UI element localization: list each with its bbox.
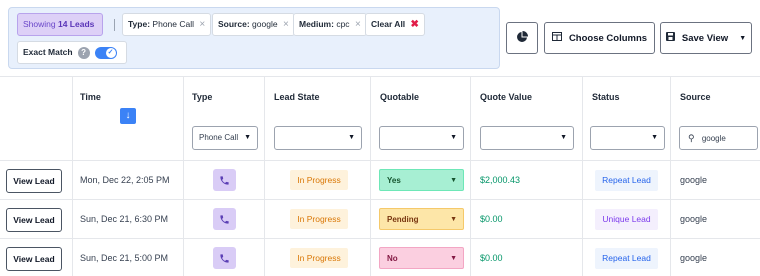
chevron-down-icon: ▼: [244, 134, 251, 141]
quotable-value: No: [387, 254, 398, 263]
quote-value: $0.00: [480, 253, 503, 263]
chevron-down-icon: ▼: [450, 134, 457, 141]
sort-descending-icon[interactable]: ↓: [120, 108, 136, 124]
choose-columns-label: Choose Columns: [568, 32, 648, 44]
chip-value: google: [252, 19, 278, 29]
status-badge: Unique Lead: [595, 209, 658, 230]
chevron-down-icon: ▼: [651, 134, 658, 141]
pie-chart-icon: [516, 30, 528, 46]
filter-chip-type[interactable]: Type: Phone Call ×: [122, 13, 212, 36]
search-icon: ⚲: [688, 133, 695, 143]
status-filter-select[interactable]: ▼: [590, 126, 665, 150]
filter-separator: [114, 19, 115, 31]
view-lead-button[interactable]: View Lead: [6, 169, 62, 193]
exact-match-toggle[interactable]: ✓: [94, 46, 117, 59]
lead-state-filter-select[interactable]: ▼: [274, 126, 362, 150]
quotable-select[interactable]: Yes ▼: [379, 169, 464, 191]
column-header-source[interactable]: Source: [680, 92, 711, 102]
quotable-value: Pending: [387, 215, 419, 224]
lead-state-badge: In Progress: [290, 170, 348, 190]
exact-match-label: Exact Match: [23, 47, 73, 57]
chevron-down-icon: ▼: [739, 34, 747, 42]
filter-chip-source[interactable]: Source: google ×: [212, 13, 295, 36]
type-filter-value: Phone Call: [199, 133, 239, 142]
lead-source: google: [680, 175, 708, 185]
remove-icon[interactable]: ×: [283, 19, 289, 30]
column-header-quotable[interactable]: Quotable: [380, 92, 419, 102]
lead-state-badge: In Progress: [290, 209, 348, 229]
showing-prefix: Showing: [23, 19, 56, 29]
lead-state-badge: In Progress: [290, 248, 348, 268]
type-filter-select[interactable]: Phone Call ▼: [192, 126, 258, 150]
chevron-down-icon: ▼: [450, 255, 457, 262]
check-icon: ✓: [105, 47, 116, 58]
exact-match-control: Exact Match ? ✓: [17, 41, 127, 64]
phone-icon: [213, 169, 236, 191]
view-lead-button[interactable]: View Lead: [6, 247, 62, 271]
chevron-down-icon: ▼: [450, 177, 457, 184]
filter-chip-medium[interactable]: Medium: cpc ×: [293, 13, 367, 36]
quotable-select[interactable]: Pending ▼: [379, 208, 464, 230]
lead-source: google: [680, 253, 708, 263]
columns-icon: [551, 32, 562, 44]
chip-value: cpc: [336, 19, 350, 29]
lead-source: google: [680, 214, 708, 224]
clear-all-label: Clear All: [371, 19, 406, 29]
lead-time: Mon, Dec 22, 2:05 PM: [80, 175, 170, 185]
phone-icon: [213, 208, 236, 230]
chevron-down-icon: ▼: [560, 134, 567, 141]
column-header-status[interactable]: Status: [592, 92, 620, 102]
chip-key: Medium:: [299, 19, 334, 29]
save-view-label: Save View: [681, 32, 729, 44]
remove-icon[interactable]: ×: [355, 19, 361, 30]
clear-all-button[interactable]: Clear All ✖: [365, 13, 425, 36]
lead-time: Sun, Dec 21, 5:00 PM: [80, 253, 169, 263]
filter-panel: Showing 14 Leads Type: Phone Call × Sour…: [8, 7, 500, 69]
quotable-select[interactable]: No ▼: [379, 247, 464, 269]
table-row: View Lead Sun, Dec 21, 6:30 PM In Progre…: [0, 200, 760, 239]
table-border-top: [0, 76, 760, 77]
column-header-time[interactable]: Time: [80, 92, 101, 102]
choose-columns-button[interactable]: Choose Columns: [544, 22, 655, 54]
save-view-button[interactable]: Save View ▼: [660, 22, 752, 54]
leads-table: Time Type Lead State Quotable Quote Valu…: [0, 76, 760, 276]
source-filter-input[interactable]: ⚲ google: [679, 126, 758, 150]
column-header-lead-state[interactable]: Lead State: [274, 92, 320, 102]
chip-key: Source:: [218, 19, 250, 29]
save-icon: [665, 32, 675, 44]
view-lead-button[interactable]: View Lead: [6, 208, 62, 232]
table-row: View Lead Mon, Dec 22, 2:05 PM In Progre…: [0, 161, 760, 200]
help-icon[interactable]: ?: [77, 46, 90, 59]
quotable-value: Yes: [387, 176, 401, 185]
status-badge: Repeat Lead: [595, 248, 658, 269]
remove-icon[interactable]: ×: [199, 19, 205, 30]
quote-value: $2,000.43: [480, 175, 521, 185]
phone-icon: [213, 247, 236, 269]
column-header-type[interactable]: Type: [192, 92, 212, 102]
showing-count: 14 Leads: [57, 19, 95, 29]
chip-key: Type:: [128, 19, 151, 29]
quote-value-filter-select[interactable]: ▼: [480, 126, 574, 150]
chart-view-button[interactable]: [506, 22, 538, 54]
table-row: View Lead Sun, Dec 21, 5:00 PM In Progre…: [0, 239, 760, 276]
close-icon: ✖: [410, 19, 419, 30]
column-header-quote-value[interactable]: Quote Value: [480, 92, 532, 102]
chevron-down-icon: ▼: [348, 134, 355, 141]
status-badge: Repeat Lead: [595, 170, 658, 191]
quotable-filter-select[interactable]: ▼: [379, 126, 464, 150]
leads-count-badge: Showing 14 Leads: [17, 13, 103, 36]
quote-value: $0.00: [480, 214, 503, 224]
lead-time: Sun, Dec 21, 6:30 PM: [80, 214, 169, 224]
source-filter-value: google: [701, 134, 726, 143]
chevron-down-icon: ▼: [450, 216, 457, 223]
chip-value: Phone Call: [152, 19, 195, 29]
